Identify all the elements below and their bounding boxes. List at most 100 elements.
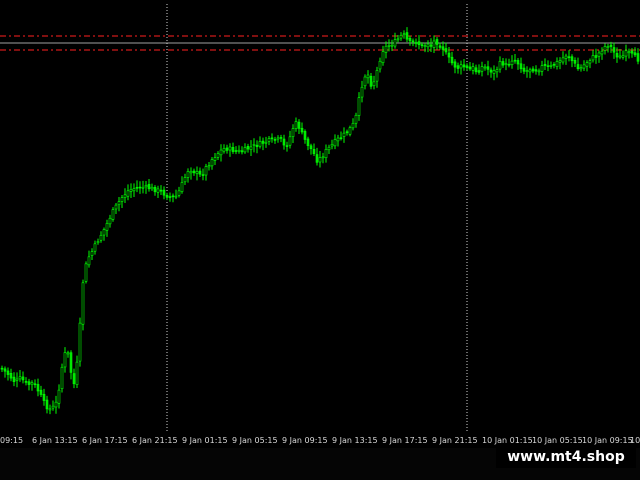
- candle-body: [63, 352, 67, 368]
- candle-body: [609, 44, 613, 47]
- candle-body: [588, 60, 592, 64]
- candle-body: [462, 64, 466, 68]
- candle-body: [552, 63, 556, 66]
- candle-body: [273, 139, 277, 141]
- candle-body: [327, 146, 331, 151]
- candle-body: [540, 65, 544, 72]
- candle-body: [483, 66, 487, 69]
- candle-body: [291, 128, 295, 137]
- candlestick-chart[interactable]: [0, 0, 640, 432]
- candle-body: [201, 174, 205, 176]
- candle-body: [498, 60, 502, 70]
- candle-body: [573, 60, 577, 64]
- candle-body: [30, 382, 34, 385]
- candle-body: [621, 55, 625, 58]
- candle-body: [111, 209, 115, 220]
- candle-body: [72, 373, 76, 385]
- candle-body: [168, 196, 172, 198]
- candle-body: [549, 65, 553, 67]
- candle-body: [597, 52, 601, 57]
- candle-body: [507, 63, 511, 66]
- candle-body: [546, 65, 550, 67]
- mt4-chart-window[interactable]: 09:15 6 Jan 13:15 6 Jan 17:15 6 Jan 21:1…: [0, 0, 640, 480]
- time-label: 10 Jan 01:15: [482, 436, 533, 445]
- candle-body: [261, 140, 265, 144]
- candle-body: [471, 66, 475, 71]
- candle-body: [315, 154, 319, 163]
- candle-body: [474, 67, 478, 73]
- candle-body: [33, 383, 37, 386]
- candle-body: [636, 53, 640, 62]
- candle-body: [24, 381, 28, 383]
- candle-body: [162, 189, 166, 196]
- time-label: 6 Jan 21:15: [132, 436, 178, 445]
- candle-body: [396, 38, 400, 41]
- candle-body: [630, 50, 634, 54]
- candle-body: [369, 75, 373, 87]
- candle-body: [6, 370, 10, 375]
- candle-body: [438, 45, 442, 48]
- candle-body: [228, 146, 232, 151]
- candle-body: [486, 66, 490, 70]
- candle-body: [48, 408, 52, 411]
- candle-body: [45, 399, 49, 410]
- candle-body: [453, 61, 457, 68]
- candle-body: [189, 170, 193, 174]
- candle-body: [297, 121, 301, 129]
- candle-body: [456, 65, 460, 69]
- candle-body: [126, 190, 130, 197]
- candle-body: [495, 69, 499, 73]
- candle-body: [21, 376, 25, 381]
- candle-body: [129, 189, 133, 192]
- candle-body: [450, 56, 454, 64]
- candle-body: [627, 51, 631, 54]
- candle-body: [282, 138, 286, 146]
- candle-body: [135, 186, 139, 189]
- time-label: 9 Jan 21:15: [432, 436, 478, 445]
- candle-body: [357, 97, 361, 116]
- candle-body: [279, 137, 283, 139]
- candle-body: [210, 159, 214, 167]
- price-chart[interactable]: [0, 0, 640, 432]
- candle-body: [69, 352, 73, 373]
- time-label: 09:15: [0, 436, 24, 445]
- candle-body: [9, 373, 13, 379]
- time-label: 9 Jan 05:15: [232, 436, 278, 445]
- candle-body: [513, 59, 517, 62]
- candle-body: [42, 393, 46, 401]
- candle-body: [117, 201, 121, 206]
- candle-body: [564, 55, 568, 59]
- candle-body: [525, 70, 529, 72]
- candle-body: [252, 144, 256, 146]
- candle-body: [96, 241, 100, 244]
- candle-body: [330, 144, 334, 147]
- candle-body: [603, 46, 607, 51]
- candle-body: [342, 132, 346, 137]
- candle-body: [81, 282, 85, 325]
- candle-body: [423, 45, 427, 47]
- candle-body: [606, 46, 610, 48]
- time-label: 9 Jan 01:15: [182, 436, 228, 445]
- candle-body: [231, 147, 235, 152]
- candle-body: [276, 137, 280, 140]
- candle-body: [348, 127, 352, 135]
- candle-body: [393, 39, 397, 47]
- candle-body: [219, 149, 223, 156]
- time-label: 10 Jan 05:15: [532, 436, 583, 445]
- candle-body: [318, 157, 322, 163]
- candle-body: [105, 223, 109, 231]
- candle-body: [108, 217, 112, 225]
- candle-body: [351, 123, 355, 129]
- candle-body: [372, 81, 376, 87]
- candle-body: [387, 45, 391, 47]
- candle-body: [156, 188, 160, 193]
- candle-body: [93, 243, 97, 252]
- candle-body: [336, 137, 340, 142]
- time-label: 6 Jan 13:15: [32, 436, 78, 445]
- candle-body: [459, 64, 463, 69]
- candle-body: [234, 150, 238, 152]
- candle-body: [516, 60, 520, 65]
- candle-body: [285, 145, 289, 147]
- candle-body: [360, 86, 364, 98]
- candle-body: [414, 42, 418, 44]
